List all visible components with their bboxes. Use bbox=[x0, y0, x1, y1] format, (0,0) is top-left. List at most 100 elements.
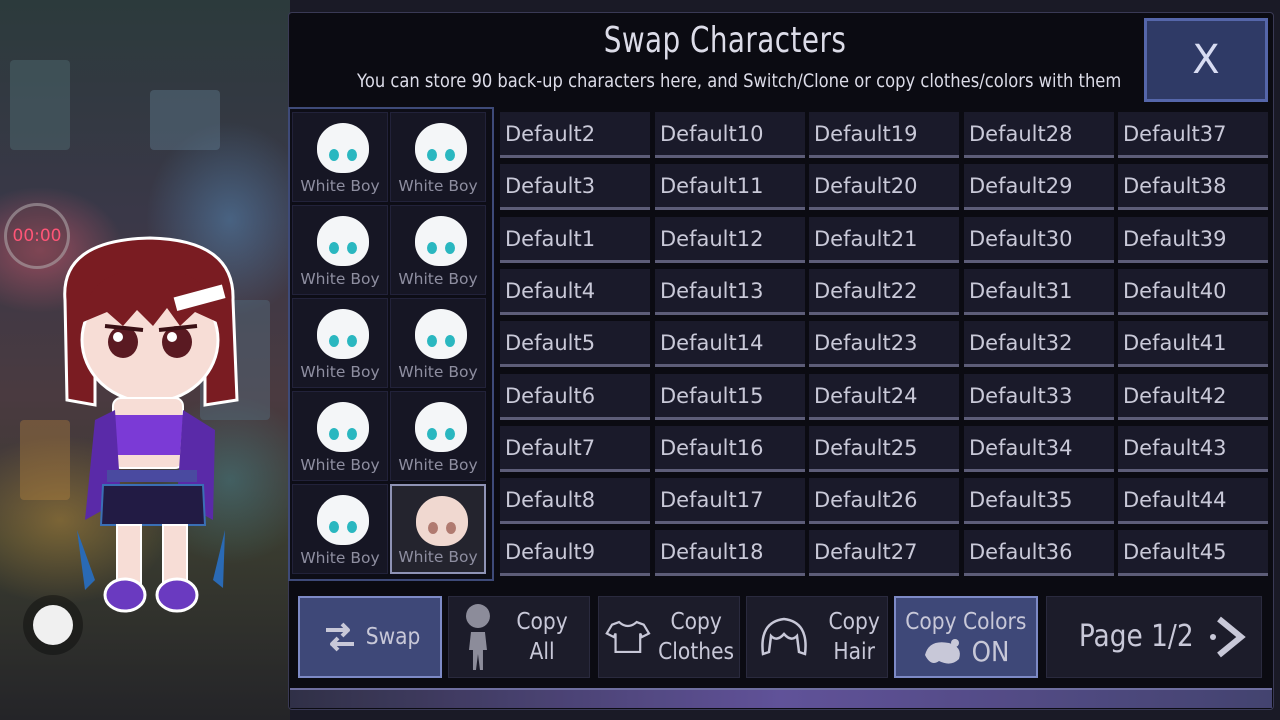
eye-icon bbox=[329, 428, 339, 440]
character-slot[interactable]: Default17 bbox=[655, 478, 805, 525]
page-indicator: Page 1/2 bbox=[1078, 619, 1194, 654]
character-slot[interactable]: Default13 bbox=[655, 268, 805, 315]
character-slot[interactable]: Default10 bbox=[655, 112, 805, 158]
character-slot[interactable]: Default22 bbox=[809, 268, 959, 315]
character-slot[interactable]: Default15 bbox=[655, 373, 805, 420]
copy-colors-toggle[interactable]: Copy Colors ON bbox=[894, 596, 1038, 678]
page-title: Swap Characters bbox=[603, 20, 847, 61]
character-slot[interactable]: Default19 bbox=[809, 112, 959, 158]
character-slot[interactable]: Default34 bbox=[964, 425, 1114, 472]
copy-hair-label-1: Copy bbox=[828, 609, 880, 635]
copy-clothes-label-1: Copy bbox=[670, 609, 722, 635]
character-slot[interactable]: Default37 bbox=[1118, 112, 1268, 158]
eye-icon bbox=[445, 428, 455, 440]
favorite-character-name: White Boy bbox=[398, 548, 478, 566]
eye-icon bbox=[347, 521, 357, 533]
close-button[interactable]: X bbox=[1144, 18, 1268, 102]
character-slot[interactable]: Default18 bbox=[655, 530, 805, 577]
character-slot[interactable]: Default12 bbox=[655, 216, 805, 263]
character-head-icon bbox=[415, 216, 467, 266]
swap-arrows-icon bbox=[326, 622, 354, 652]
character-slot[interactable]: Default32 bbox=[964, 321, 1114, 368]
copy-hair-button[interactable]: Copy Hair bbox=[746, 596, 888, 678]
character-head-icon bbox=[415, 402, 467, 452]
panel-subtitle: You can store 90 back-up characters here… bbox=[357, 70, 1122, 92]
copy-clothes-button[interactable]: Copy Clothes bbox=[598, 596, 740, 678]
swap-button[interactable]: Swap bbox=[298, 596, 442, 678]
character-slot[interactable]: Default26 bbox=[809, 478, 959, 525]
favorite-character-name: White Boy bbox=[300, 549, 380, 567]
paint-palette-icon bbox=[924, 639, 960, 664]
character-slot[interactable]: Default33 bbox=[964, 373, 1114, 420]
favorite-character-name: White Boy bbox=[398, 270, 478, 288]
character-slot[interactable]: Default44 bbox=[1118, 478, 1268, 525]
character-slot[interactable]: Default36 bbox=[964, 530, 1114, 577]
character-slot[interactable]: Default11 bbox=[655, 164, 805, 211]
character-head-icon bbox=[317, 123, 369, 173]
page-next-button[interactable]: Page 1/2 bbox=[1046, 596, 1262, 678]
character-preview[interactable] bbox=[55, 230, 255, 630]
favorite-character-slot[interactable]: White Boy bbox=[390, 484, 486, 574]
eye-icon bbox=[445, 149, 455, 161]
favorite-character-slot[interactable]: White Boy bbox=[292, 298, 388, 388]
character-slot[interactable]: Default29 bbox=[964, 164, 1114, 211]
character-slot[interactable]: Default7 bbox=[500, 425, 650, 472]
shirt-icon bbox=[605, 620, 651, 654]
character-slot[interactable]: Default23 bbox=[809, 321, 959, 368]
bottom-accent-bar bbox=[290, 688, 1272, 708]
favorite-character-name: White Boy bbox=[300, 363, 380, 381]
character-slot[interactable]: Default3 bbox=[500, 164, 650, 211]
character-head-icon bbox=[317, 309, 369, 359]
character-slot[interactable]: Default16 bbox=[655, 425, 805, 472]
favorite-character-name: White Boy bbox=[398, 456, 478, 474]
character-slot[interactable]: Default39 bbox=[1118, 216, 1268, 263]
eye-icon bbox=[329, 149, 339, 161]
eye-icon bbox=[445, 242, 455, 254]
favorite-character-slot[interactable]: White Boy bbox=[292, 484, 388, 574]
character-slot[interactable]: Default24 bbox=[809, 373, 959, 420]
character-slot[interactable]: Default28 bbox=[964, 112, 1114, 158]
character-slot[interactable]: Default8 bbox=[500, 478, 650, 525]
favorite-character-slot[interactable]: White Boy bbox=[390, 391, 486, 481]
character-slot[interactable]: Default31 bbox=[964, 268, 1114, 315]
character-slot[interactable]: Default14 bbox=[655, 321, 805, 368]
character-slot[interactable]: Default27 bbox=[809, 530, 959, 577]
eye-icon bbox=[427, 428, 437, 440]
character-head-icon bbox=[415, 309, 467, 359]
character-slot[interactable]: Default41 bbox=[1118, 321, 1268, 368]
character-slot[interactable]: Default20 bbox=[809, 164, 959, 211]
favorite-character-slot[interactable]: White Boy bbox=[292, 112, 388, 202]
character-slot[interactable]: Default30 bbox=[964, 216, 1114, 263]
eye-icon bbox=[347, 335, 357, 347]
favorite-character-slot[interactable]: White Boy bbox=[292, 391, 388, 481]
game-scene-background: 00:00 bbox=[0, 0, 290, 720]
joystick-button[interactable] bbox=[33, 605, 73, 645]
eye-icon bbox=[445, 335, 455, 347]
character-slot[interactable]: Default21 bbox=[809, 216, 959, 263]
character-slot[interactable]: Default2 bbox=[500, 112, 650, 158]
character-slot[interactable]: Default1 bbox=[500, 216, 650, 263]
character-slot[interactable]: Default4 bbox=[500, 268, 650, 315]
eye-icon bbox=[446, 522, 456, 534]
character-slot[interactable]: Default42 bbox=[1118, 373, 1268, 420]
character-slot[interactable]: Default6 bbox=[500, 373, 650, 420]
eye-icon bbox=[427, 149, 437, 161]
favorite-character-slot[interactable]: White Boy bbox=[390, 112, 486, 202]
copy-colors-label: Copy Colors bbox=[905, 609, 1027, 635]
character-slot[interactable]: Default35 bbox=[964, 478, 1114, 525]
character-slot[interactable]: Default5 bbox=[500, 321, 650, 368]
character-slot[interactable]: Default38 bbox=[1118, 164, 1268, 211]
character-slot[interactable]: Default45 bbox=[1118, 530, 1268, 577]
character-slot[interactable]: Default25 bbox=[809, 425, 959, 472]
eye-icon bbox=[347, 428, 357, 440]
favorite-character-slot[interactable]: White Boy bbox=[292, 205, 388, 295]
eye-icon bbox=[329, 521, 339, 533]
favorite-character-slot[interactable]: White Boy bbox=[390, 298, 486, 388]
favorite-character-slot[interactable]: White Boy bbox=[390, 205, 486, 295]
eye-icon bbox=[347, 149, 357, 161]
eye-icon bbox=[427, 335, 437, 347]
character-slot[interactable]: Default43 bbox=[1118, 425, 1268, 472]
copy-all-button[interactable]: Copy All bbox=[448, 596, 590, 678]
character-slot[interactable]: Default40 bbox=[1118, 268, 1268, 315]
character-slot[interactable]: Default9 bbox=[500, 530, 650, 577]
